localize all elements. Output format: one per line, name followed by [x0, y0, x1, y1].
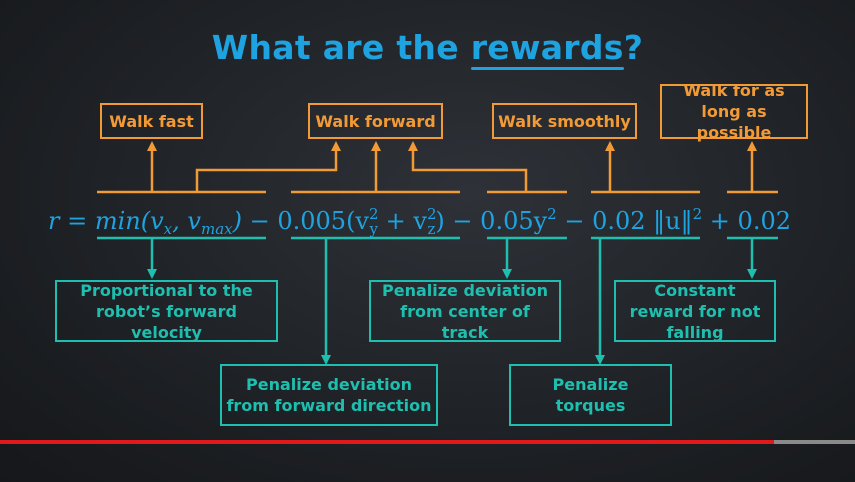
formula-term-torque: 0.02 ‖u‖2	[592, 205, 703, 235]
reward-formula: r = min(vx, vmax) − 0.005(v2y + v2z) − 0…	[48, 196, 791, 238]
explain-not-falling: Constant reward for not falling	[614, 280, 776, 342]
video-progress-bar[interactable]	[0, 440, 855, 444]
goal-walk-fast: Walk fast	[100, 103, 203, 139]
explain-center-of-track: Penalize deviation from center of track	[369, 280, 561, 342]
goal-walk-forward: Walk forward	[308, 103, 443, 139]
video-progress-played	[0, 440, 774, 444]
explain-forward-velocity: Proportional to the robot’s forward velo…	[55, 280, 278, 342]
formula-term-center: 0.05y2	[480, 205, 557, 235]
formula-term-constant: 0.02	[737, 207, 791, 235]
formula-term-lateral: 0.005(v2y + v2z)	[277, 205, 445, 238]
arrow-term3-to-walk-forward	[408, 141, 528, 192]
formula-minus-3: −	[556, 207, 593, 235]
formula-plus: +	[702, 207, 738, 235]
formula-minus-1: −	[241, 207, 278, 235]
formula-r-eq: r =	[48, 207, 88, 235]
formula-min: min(vx, vmax)	[94, 207, 242, 238]
formula-minus-2: −	[444, 207, 481, 235]
explain-torques: Penalize torques	[509, 364, 672, 426]
goal-walk-smoothly: Walk smoothly	[492, 103, 637, 139]
arrow-min-to-walk-forward	[195, 141, 341, 192]
explain-forward-direction: Penalize deviation from forward directio…	[220, 364, 438, 426]
goal-walk-long: Walk for as long as possible	[660, 81, 808, 142]
